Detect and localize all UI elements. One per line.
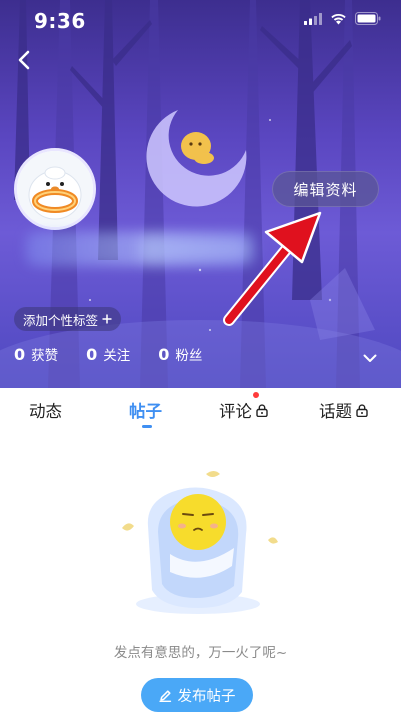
tab-comments[interactable]: 评论 xyxy=(219,398,268,422)
empty-state-illustration xyxy=(122,471,278,614)
publish-post-label: 发布帖子 xyxy=(177,688,236,705)
tab-topics-label: 话题 xyxy=(319,402,352,421)
status-icons xyxy=(304,12,381,25)
status-bar: 9:36 xyxy=(0,0,401,40)
expand-button[interactable] xyxy=(358,348,382,368)
stat-likes[interactable]: 0 获赞 xyxy=(14,344,58,364)
lock-icon xyxy=(256,403,268,417)
chevron-left-icon xyxy=(18,50,30,70)
profile-tabs: 动态 帖子 评论 话题 xyxy=(0,388,401,432)
tab-dynamics-label: 动态 xyxy=(29,402,62,421)
profile-banner: 9:36 编辑资料 添加个性标签 0 获赞 0 关注 0 粉丝 xyxy=(0,0,401,388)
publish-post-button[interactable]: 发布帖子 xyxy=(141,678,253,712)
user-info-blurred xyxy=(140,236,250,262)
add-tag-button[interactable]: 添加个性标签 xyxy=(14,307,122,331)
stat-followers-value: 0 xyxy=(158,345,170,364)
pen-icon xyxy=(158,689,171,702)
edit-profile-button[interactable]: 编辑资料 xyxy=(272,171,379,207)
tab-posts[interactable]: 帖子 xyxy=(129,398,162,422)
avatar-duck-image xyxy=(17,151,93,227)
empty-state-message: 发点有意思的，万一火了呢~ xyxy=(113,645,288,661)
stat-following-label: 关注 xyxy=(103,348,131,364)
status-time: 9:36 xyxy=(34,9,86,33)
stat-followers[interactable]: 0 粉丝 xyxy=(158,344,202,364)
stat-likes-value: 0 xyxy=(14,345,26,364)
signal-icon xyxy=(304,12,322,25)
tab-comments-label: 评论 xyxy=(219,402,252,421)
stat-followers-label: 粉丝 xyxy=(175,348,203,364)
comments-unread-dot xyxy=(253,392,259,398)
stat-following-value: 0 xyxy=(86,345,98,364)
tab-posts-label: 帖子 xyxy=(129,402,162,421)
stat-likes-label: 获赞 xyxy=(31,348,59,364)
avatar[interactable] xyxy=(14,148,96,230)
battery-icon xyxy=(355,12,381,25)
plus-icon xyxy=(102,314,112,324)
back-button[interactable] xyxy=(8,44,40,76)
lock-icon xyxy=(356,403,368,417)
tab-dynamics[interactable]: 动态 xyxy=(29,398,62,422)
stats-row: 0 获赞 0 关注 0 粉丝 xyxy=(14,344,230,364)
stat-following[interactable]: 0 关注 xyxy=(86,344,130,364)
active-tab-indicator xyxy=(142,425,152,428)
tab-topics[interactable]: 话题 xyxy=(319,398,368,422)
add-tag-label: 添加个性标签 xyxy=(23,312,99,328)
wifi-icon xyxy=(331,13,346,24)
chevron-down-icon xyxy=(363,354,377,362)
